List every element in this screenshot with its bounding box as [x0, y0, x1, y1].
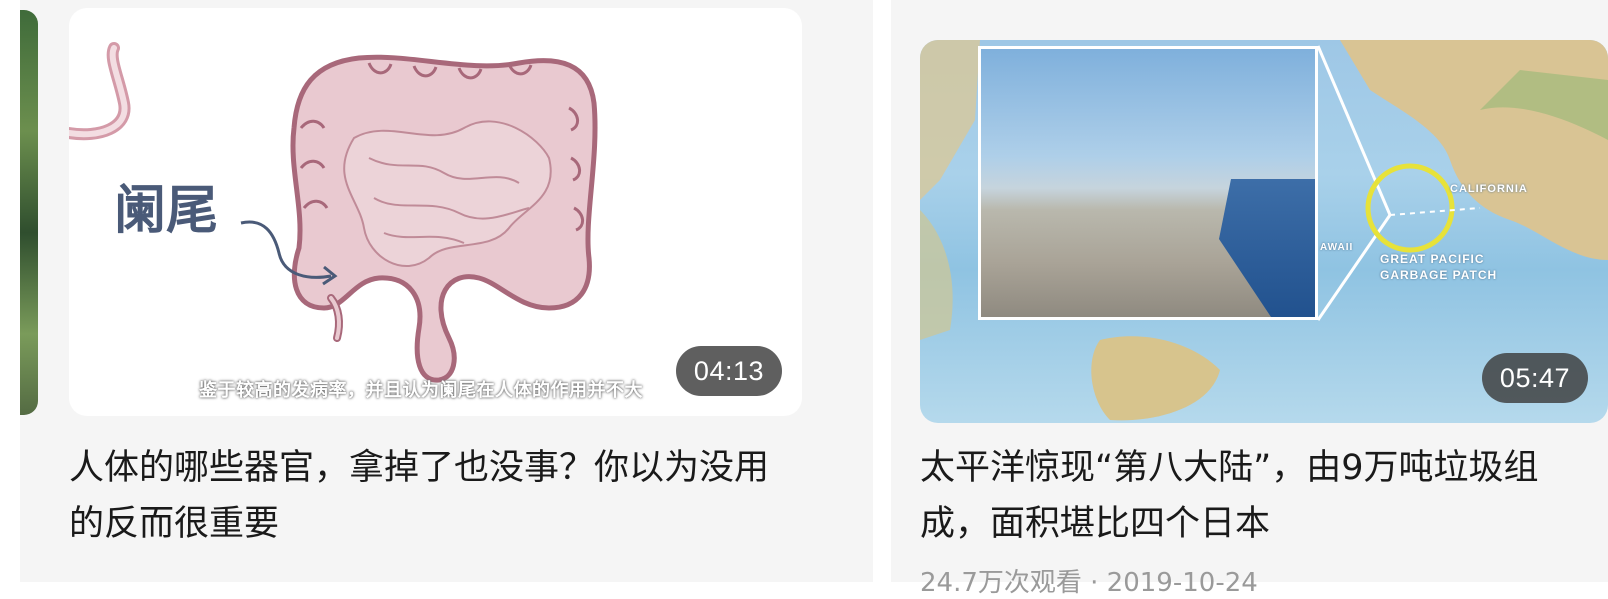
video-card-garbage-patch[interactable]: CALIFORNIA GREAT PACIFIC GARBAGE PATCH A… [920, 40, 1608, 598]
map-label-california: CALIFORNIA [1450, 183, 1528, 195]
video-title[interactable]: 太平洋惊现“第八大陆”，由9万吨垃圾组成，面积堪比四个日本 [920, 440, 1580, 552]
previous-video-thumbnail[interactable] [20, 10, 38, 415]
appendix-label: 阑尾 [114, 181, 218, 241]
video-card-organs[interactable]: 阑尾 鉴于较高的发病率，并且认为阑尾在人体的作用并不大 04:13 人体的哪些器… [69, 8, 802, 544]
large-intestine-icon [290, 54, 598, 383]
garbage-photo [978, 46, 1318, 320]
video-title[interactable]: 人体的哪些器官，拿掉了也没事？你以为没用的反而很重要 [69, 440, 769, 552]
map-label-hawaii: AWAII [1320, 242, 1354, 253]
video-thumbnail[interactable]: CALIFORNIA GREAT PACIFIC GARBAGE PATCH A… [920, 40, 1608, 423]
video-subtitle: 鉴于较高的发病率，并且认为阑尾在人体的作用并不大 [199, 380, 643, 401]
duration-badge: 05:47 [1481, 353, 1588, 403]
highlight-ring-icon [1365, 163, 1455, 253]
map-label-patch-1: GREAT PACIFIC [1380, 252, 1485, 266]
video-meta: 24.7万次观看 · 2019-10-24 [920, 568, 1258, 598]
map-label-patch-2: GARBAGE PATCH [1380, 268, 1498, 282]
video-thumbnail[interactable]: 阑尾 鉴于较高的发病率，并且认为阑尾在人体的作用并不大 04:13 [69, 8, 802, 416]
duration-badge: 04:13 [675, 346, 782, 396]
